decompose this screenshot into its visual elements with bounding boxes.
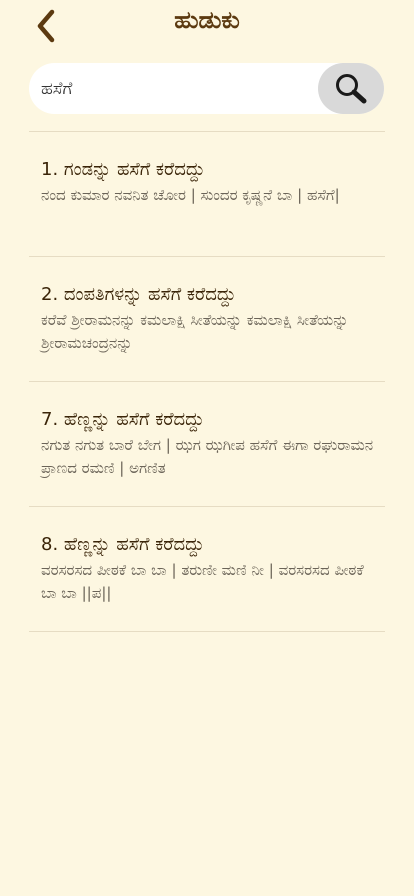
result-item[interactable]: 7. ಹೆಣ್ಣನ್ನು ಹಸೆಗೆ ಕರೆದದ್ದು ನಗುತ ನಗುತ ಬಾ… — [29, 381, 385, 506]
result-item[interactable]: 2. ದಂಪತಿಗಳನ್ನು ಹಸೆಗೆ ಕರೆದದ್ದು ಕರೆವೆ ಶ್ರೀ… — [29, 256, 385, 381]
result-snippet: ಕರೆವೆ ಶ್ರೀರಾಮನನ್ನು ಕಮಲಾಕ್ಷಿ ಸೀತೆಯನ್ನು ಕಮ… — [41, 311, 349, 352]
search-button[interactable] — [318, 63, 384, 114]
result-title: 1. ಗಂಡನ್ನು ಹಸೆಗೆ ಕರೆದದ್ದು — [41, 159, 205, 180]
search-icon — [336, 74, 367, 104]
list-divider — [29, 631, 385, 632]
result-item[interactable]: 8. ಹೆಣ್ಣನ್ನು ಹಸೆಗೆ ಕರೆದದ್ದು ವರಸರಸದ ಪೀಠಕೆ… — [29, 506, 385, 631]
result-item[interactable]: 1. ಗಂಡನ್ನು ಹಸೆಗೆ ಕರೆದದ್ದು ನಂದ ಕುಮಾರ ನವನಿ… — [29, 131, 385, 256]
result-snippet: ವರಸರಸದ ಪೀಠಕೆ ಬಾ ಬಾ | ತರುಣೀ ಮಣಿ ನೀ | ವರಸರ… — [41, 561, 364, 602]
page-title: ಹುಡುಕು — [174, 6, 240, 34]
result-title: 8. ಹೆಣ್ಣನ್ನು ಹಸೆಗೆ ಕರೆದದ್ದು — [41, 534, 205, 555]
app-header: ಹುಡುಕು — [0, 0, 414, 48]
search-input[interactable] — [41, 63, 321, 114]
search-bar — [29, 63, 384, 114]
search-results-list: 1. ಗಂಡನ್ನು ಹಸೆಗೆ ಕರೆದದ್ದು ನಂದ ಕುಮಾರ ನವನಿ… — [29, 131, 385, 632]
result-title: 2. ದಂಪತಿಗಳನ್ನು ಹಸೆಗೆ ಕರೆದದ್ದು — [41, 284, 236, 305]
result-title: 7. ಹೆಣ್ಣನ್ನು ಹಸೆಗೆ ಕರೆದದ್ದು — [41, 409, 205, 430]
result-snippet: ನಗುತ ನಗುತ ಬಾರೆ ಬೇಗ | ಝಗ ಝಗೀಪ ಹಸೆಗೆ ಈಗಾ ರ… — [41, 436, 374, 477]
result-snippet: ನಂದ ಕುಮಾರ ನವನಿತ ಚೋರ | ಸುಂದರ ಕೃಷ್ಣನೆ ಬಾ |… — [41, 186, 340, 204]
